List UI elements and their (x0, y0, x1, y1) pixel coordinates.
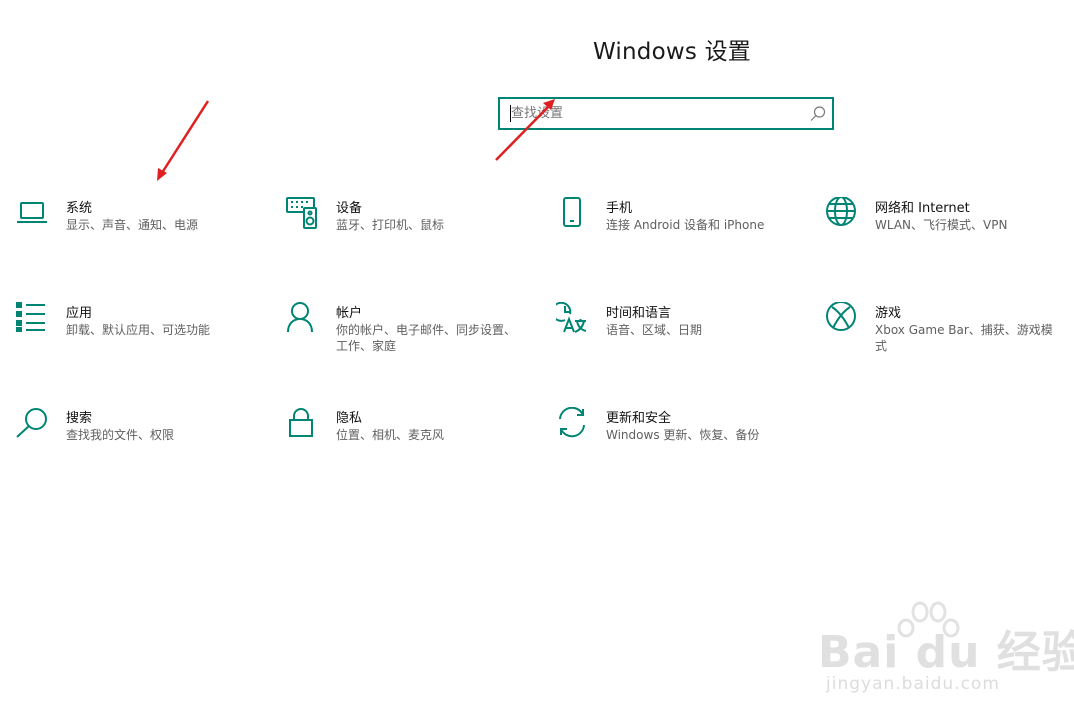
globe-icon (826, 197, 856, 226)
tile-description: 蓝牙、打印机、鼠标 (336, 218, 445, 232)
paw-icon (897, 601, 960, 638)
tile-label: 系统 (66, 201, 93, 216)
tile-label: 更新和安全 (606, 411, 672, 426)
tile-label: 游戏 (875, 306, 902, 321)
tile-network[interactable]: 网络和 Internet WLAN、飞行模式、VPN (825, 197, 1074, 267)
xbox-icon (826, 302, 856, 331)
red-arrow-icon (157, 100, 210, 181)
tile-accounts[interactable]: 帐户 你的帐户、电子邮件、同步设置、工作、家庭 (286, 302, 536, 372)
tile-phone[interactable]: 手机 连接 Android 设备和 iPhone (556, 197, 806, 267)
tile-update-security[interactable]: 更新和安全 Windows 更新、恢复、备份 (556, 407, 806, 477)
tile-description: 位置、相机、麦克风 (336, 428, 445, 442)
tile-privacy[interactable]: 隐私 位置、相机、麦克风 (286, 407, 536, 477)
search-icon[interactable] (808, 104, 828, 124)
text-caret (510, 105, 511, 122)
search-box[interactable] (498, 97, 834, 130)
tile-description: 查找我的文件、权限 (66, 428, 175, 442)
tile-label: 时间和语言 (606, 306, 672, 321)
tile-label: 隐私 (336, 411, 363, 426)
watermark-main: Bai du 经验 (818, 627, 1074, 678)
apps-list-icon (16, 302, 45, 332)
tile-system[interactable]: 系统 显示、声音、通知、电源 (16, 197, 266, 267)
tile-description: 连接 Android 设备和 iPhone (606, 218, 765, 232)
settings-window: Windows 设置 系统 显示、声音、通知、电源 设备 蓝牙、打印机、鼠标 (0, 0, 1074, 723)
tile-description: Windows 更新、恢复、备份 (606, 428, 760, 442)
page-title: Windows 设置 (593, 39, 751, 65)
devices-icon (286, 197, 317, 229)
tile-description: WLAN、飞行模式、VPN (875, 218, 1008, 232)
tile-description: 显示、声音、通知、电源 (66, 218, 199, 232)
tile-search[interactable]: 搜索 查找我的文件、权限 (16, 407, 266, 477)
baidu-watermark: Bai du 经验 jingyan.baidu.com (818, 598, 1074, 708)
tile-label: 手机 (606, 201, 633, 216)
tile-description: 语音、区域、日期 (606, 323, 703, 337)
tile-label: 网络和 Internet (875, 201, 970, 216)
tile-devices[interactable]: 设备 蓝牙、打印机、鼠标 (286, 197, 536, 267)
laptop-icon (17, 202, 47, 223)
sync-icon (559, 407, 585, 438)
search-input[interactable] (500, 99, 811, 128)
tile-label: 帐户 (336, 306, 363, 321)
tile-description: Xbox Game Bar、捕获、游戏模式 (875, 323, 1053, 353)
phone-icon (563, 197, 581, 227)
tile-label: 搜索 (66, 411, 93, 426)
tile-description: 你的帐户、电子邮件、同步设置、工作、家庭 (336, 323, 517, 353)
tile-label: 应用 (66, 306, 93, 321)
search-icon (16, 408, 47, 438)
time-language-icon (556, 302, 587, 333)
lock-icon (289, 408, 313, 437)
tile-label: 设备 (336, 201, 363, 216)
tile-description: 卸载、默认应用、可选功能 (66, 323, 211, 337)
tile-gaming[interactable]: 游戏 Xbox Game Bar、捕获、游戏模式 (825, 302, 1074, 372)
watermark-url: jingyan.baidu.com (826, 674, 1000, 694)
tile-time-language[interactable]: 时间和语言 语音、区域、日期 (556, 302, 806, 372)
tile-apps[interactable]: 应用 卸载、默认应用、可选功能 (16, 302, 266, 372)
person-icon (287, 302, 313, 333)
